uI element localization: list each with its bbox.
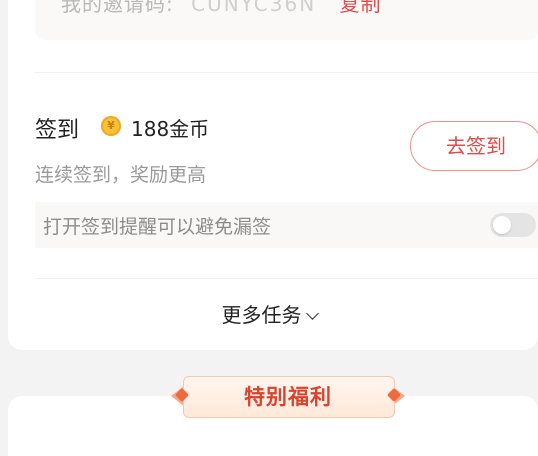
- invite-code-label: 我的邀请码:: [61, 0, 174, 16]
- invite-code-row: 我的邀请码: CUNYC36N 复制: [35, 0, 538, 40]
- more-tasks-label: 更多任务: [221, 303, 302, 327]
- gold-coin-icon: ¥: [101, 116, 121, 136]
- special-benefits-title: 特别福利: [244, 385, 332, 409]
- special-benefits-banner: 特别福利: [167, 372, 409, 420]
- checkin-reminder-toggle[interactable]: [490, 213, 536, 237]
- more-tasks-button[interactable]: 更多任务: [0, 299, 538, 328]
- checkin-subtitle: 连续签到，奖励更高: [35, 164, 207, 186]
- checkin-reminder-row: 打开签到提醒可以避免漏签: [35, 202, 538, 248]
- copy-invite-code-button[interactable]: 复制: [340, 0, 382, 16]
- divider: [35, 278, 538, 279]
- checkin-reminder-text: 打开签到提醒可以避免漏签: [43, 216, 272, 238]
- chevron-down-icon: [305, 307, 319, 320]
- go-checkin-button[interactable]: 去签到: [410, 121, 538, 171]
- toggle-knob: [493, 216, 511, 234]
- divider: [35, 72, 538, 73]
- invite-code-value: CUNYC36N: [191, 0, 317, 16]
- checkin-reward-amount: 188金币: [131, 117, 210, 141]
- checkin-title: 签到: [35, 118, 80, 143]
